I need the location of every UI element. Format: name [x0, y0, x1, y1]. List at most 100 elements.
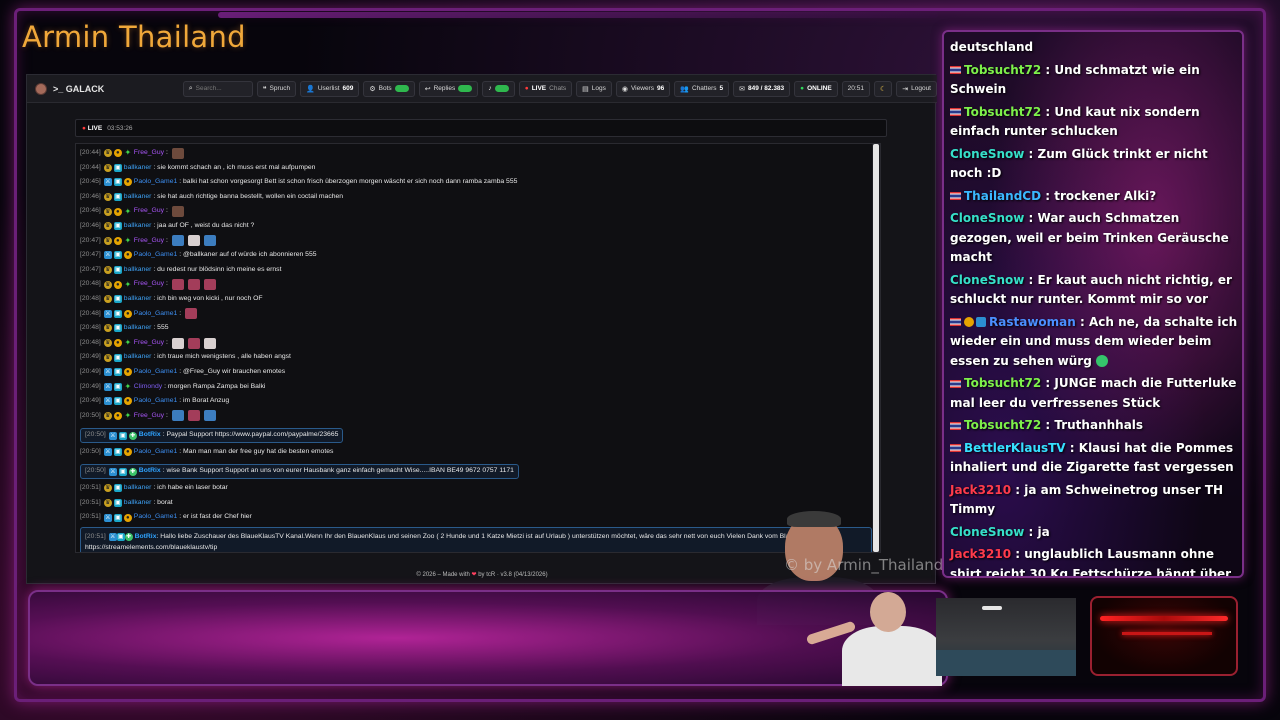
bots-toggle[interactable]: ⚙ Bots — [363, 80, 415, 97]
message-username[interactable]: Paolo_Game1 — [134, 248, 177, 263]
message-username[interactable]: ballkaner — [124, 350, 152, 365]
message-username[interactable]: ballkaner — [124, 496, 152, 511]
overlay-chat-username: Rastawoman — [989, 314, 1076, 329]
file-icon: ▤ — [582, 85, 589, 93]
chat-log[interactable]: [20:44] ♛ ● ✦ Free_Guy: [20:44] ♛ ▣ ballkaner: s… — [75, 143, 881, 553]
chatters-label: Chatters — [691, 85, 717, 92]
bot-icon: ✚ — [128, 431, 137, 440]
message-text: : sie hat auch richtige banna bestellt, … — [153, 192, 344, 200]
sword-icon: ⚔ — [103, 448, 112, 457]
overlay-chat-message: CloneSnow : Er kaut auch nicht richtig, … — [950, 271, 1242, 310]
overlay-chat-username: CloneSnow — [950, 146, 1025, 161]
overlay-chat-username: Tobsucht72 — [964, 62, 1042, 77]
message-text: : ich traue mich wenigstens , alle haben… — [153, 353, 291, 361]
message-username[interactable]: Paolo_Game1 — [134, 445, 177, 460]
message-username[interactable]: BotRix — [139, 464, 161, 479]
overlay-chat-message: Tobsucht72 : Truthanhhals — [950, 416, 1242, 436]
message-username[interactable]: Free_Guy — [134, 234, 164, 249]
bots-switch[interactable] — [394, 85, 409, 92]
red-light-strip-lower — [1122, 632, 1212, 635]
viewers-button[interactable]: ◉ Viewers 96 — [615, 80, 671, 97]
message-username[interactable]: ballkaner — [124, 321, 152, 336]
logs-label: Logs — [591, 85, 606, 92]
message-username[interactable]: ballkaner — [124, 292, 152, 307]
tv-icon: ▣ — [116, 532, 125, 541]
message-username[interactable]: ballkaner — [124, 481, 152, 496]
star-icon: ✦ — [124, 381, 132, 391]
tv-icon: ▣ — [113, 448, 122, 457]
message-username[interactable]: Free_Guy — [134, 336, 164, 351]
tv-icon: ▣ — [118, 467, 127, 476]
brand[interactable]: >_ GALACK — [35, 82, 183, 95]
message-username[interactable]: ballkaner — [124, 263, 152, 278]
channel-title: Armin Thailand — [22, 20, 246, 54]
tv-icon: ▣ — [113, 251, 122, 260]
chat-message: [20:49] ⚔ ▣ ✦ Climondy: morgen Rampa Zampa b… — [80, 380, 872, 395]
overlay-chat-username: BettlerKlausTV — [964, 440, 1066, 455]
overlay-chat-username: ThailandCD — [964, 188, 1042, 203]
coin-icon: ● — [113, 207, 122, 216]
coin-icon: ● — [123, 309, 132, 318]
message-username[interactable]: Paolo_Game1 — [134, 365, 177, 380]
logout-button[interactable]: ⇥ Logout — [896, 80, 937, 97]
message-text: : Paypal Support https://www.paypal.com/… — [162, 431, 339, 439]
message-username[interactable]: BotRix — [133, 533, 157, 540]
tv-icon: ▣ — [113, 353, 122, 362]
message-username[interactable]: Paolo_Game1 — [134, 510, 177, 525]
message-timestamp: [20:50] — [85, 467, 106, 475]
chat-message: [20:48] ♛ ▣ ballkaner: ich bin weg von kick… — [80, 292, 872, 307]
message-username[interactable]: ballkaner — [124, 219, 152, 234]
replies-switch[interactable] — [458, 85, 473, 92]
star-icon: ✦ — [124, 148, 132, 158]
crown-icon: ♛ — [103, 163, 112, 172]
message-timestamp: [20:51] — [80, 513, 101, 521]
message-text: : @ballkaner auf of würde ich abonnieren… — [179, 251, 317, 259]
emote-icon — [187, 410, 200, 422]
message-username[interactable]: ballkaner — [124, 190, 152, 205]
message-username[interactable]: Paolo_Game1 — [134, 394, 177, 409]
message-username[interactable]: Free_Guy — [134, 409, 164, 424]
logout-label: Logout — [911, 85, 931, 92]
thai-flag-icon — [950, 379, 961, 388]
sound-toggle[interactable]: ♪ — [482, 80, 515, 97]
search-input[interactable]: ⌕ Search... — [182, 80, 253, 97]
users-icon: 👥 — [680, 85, 689, 93]
message-timestamp: [20:49] — [80, 382, 101, 390]
live-chats-button[interactable]: ● LIVE Chats — [518, 80, 573, 97]
message-username[interactable]: ballkaner — [124, 161, 152, 176]
overlay-chat-message: Tobsucht72 : JUNGE mach die Futterluke m… — [950, 374, 1242, 413]
message-username[interactable]: Free_Guy — [134, 146, 164, 161]
replies-toggle[interactable]: ↩ Replies — [418, 80, 479, 97]
chat-scrollbar-thumb[interactable] — [873, 144, 879, 552]
tv-icon: ▣ — [113, 222, 122, 231]
logs-button[interactable]: ▤ Logs — [576, 80, 612, 97]
message-username[interactable]: Free_Guy — [134, 204, 164, 219]
overlay-chat-message: ThailandCD : trockener Alki? — [950, 187, 1242, 207]
message-timestamp: [20:48] — [80, 309, 101, 317]
bot-message: [20:50] ⚔ ▣ ✚ BotRix: wise Bank Support Su… — [80, 464, 519, 480]
message-username[interactable]: Paolo_Game1 — [134, 307, 177, 322]
tv-icon: ▣ — [113, 324, 122, 333]
chat-message: [20:47] ♛ ▣ ballkaner: du redest nur blödsi… — [80, 263, 872, 278]
userlist-button[interactable]: 👤 Userlist 609 — [300, 80, 360, 97]
tv-icon: ▣ — [113, 397, 122, 406]
heart-icon: ❤ — [471, 572, 477, 578]
sound-switch[interactable] — [494, 85, 509, 92]
message-username[interactable]: Climondy — [134, 380, 162, 395]
chat-message: [20:47] ♛ ● ✦ Free_Guy: — [80, 234, 872, 249]
theme-toggle[interactable]: ☾ — [873, 80, 893, 97]
message-username[interactable]: Free_Guy — [134, 277, 164, 292]
message-timestamp: [20:49] — [80, 397, 101, 405]
message-username[interactable]: BotRix — [139, 428, 161, 443]
message-username[interactable]: Paolo_Game1 — [134, 175, 177, 190]
chat-scrollbar[interactable] — [872, 144, 880, 552]
bot-icon: ✚ — [124, 532, 133, 541]
overlay-chat-list: deutschland Tobsucht72 : Und schmatzt wie… — [950, 38, 1242, 576]
chat-message: [20:48] ⚔ ▣ ● Paolo_Game1: — [80, 307, 872, 322]
live-status-bar: ● LIVE 03:53:26 — [75, 119, 887, 137]
message-icon: ✉ — [739, 85, 746, 93]
chatters-button[interactable]: 👥 Chatters 5 — [674, 80, 730, 97]
spruch-button[interactable]: ❝ Spruch — [256, 80, 297, 97]
overlay-chat-message: Tobsucht72 : Und kaut nix sondern einfac… — [950, 103, 1242, 142]
star-icon: ✦ — [124, 338, 132, 348]
